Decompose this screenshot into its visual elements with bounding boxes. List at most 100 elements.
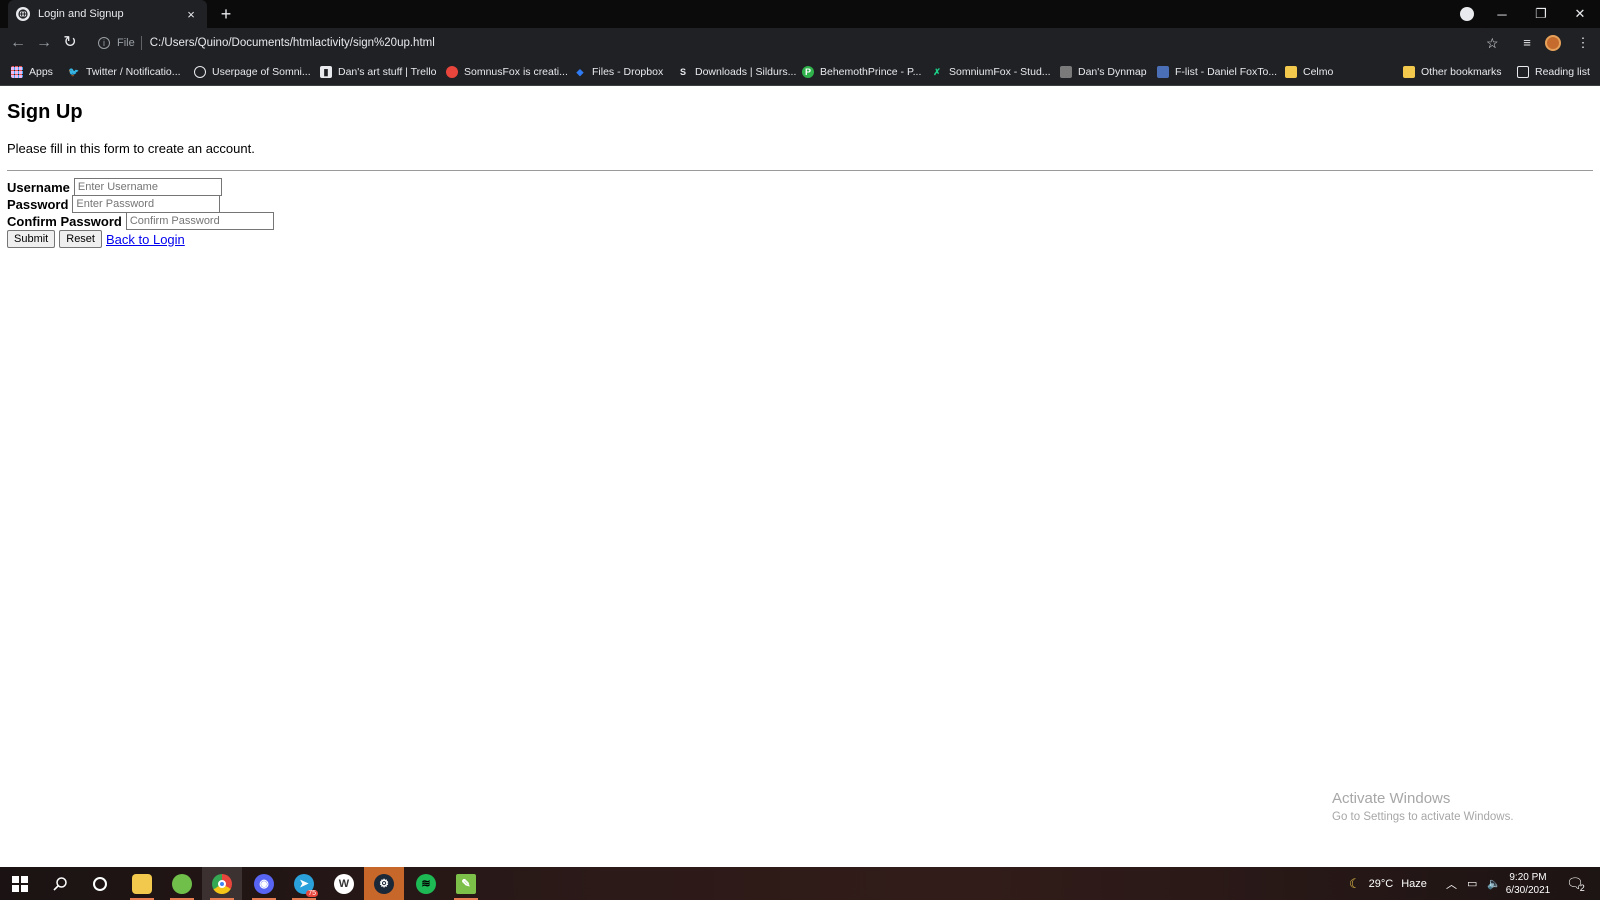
bookmark-label: BehemothPrince - P...: [820, 66, 922, 78]
bookmark-celmo[interactable]: Celmo: [1285, 64, 1333, 80]
browser-toolbar: ← → ↻ i File C:/Users/Quino/Documents/ht…: [0, 28, 1600, 58]
profile-avatar[interactable]: [1545, 35, 1561, 51]
reading-list-label: Reading list: [1535, 66, 1590, 78]
info-icon[interactable]: i: [98, 37, 110, 49]
notes-icon: ✎: [456, 873, 476, 894]
notification-center-button[interactable]: 🗨 2: [1566, 867, 1585, 900]
confirm-password-input[interactable]: [125, 212, 274, 230]
back-arrow-icon[interactable]: ←: [5, 30, 31, 56]
bookmark-behemoth[interactable]: P BehemothPrince - P...: [802, 64, 921, 80]
url-scheme: File: [117, 37, 135, 49]
media-control-icon[interactable]: [1460, 7, 1474, 21]
clock-date: 6/30/2021: [1505, 885, 1551, 896]
system-clock[interactable]: 9:20 PM 6/30/2021: [1498, 871, 1558, 897]
bookmark-star-icon[interactable]: ☆: [1486, 35, 1499, 52]
bookmark-sildurs[interactable]: S Downloads | Sildurs...: [677, 64, 796, 80]
bookmark-dynmap[interactable]: Dan's Dynmap: [1060, 64, 1147, 80]
taskbar-chrome[interactable]: [202, 867, 242, 900]
clock-time: 9:20 PM: [1509, 872, 1547, 883]
restore-button[interactable]: ❐: [1522, 0, 1560, 28]
chrome-icon: [212, 873, 232, 894]
bookmark-somniumfox[interactable]: ✗ SomniumFox - Stud...: [931, 64, 1051, 80]
taskbar-steam[interactable]: ⚙: [364, 867, 404, 900]
forward-arrow-icon[interactable]: →: [31, 30, 57, 56]
bookmark-label: F-list - Daniel FoxTo...: [1175, 66, 1278, 78]
steam-icon: ⚙: [374, 873, 394, 894]
reading-list[interactable]: Reading list: [1517, 64, 1590, 80]
bookmark-label: Dan's Dynmap: [1078, 66, 1147, 78]
page-content: Sign Up Please fill in this form to crea…: [0, 86, 1600, 867]
dropbox-icon: ◆: [576, 66, 584, 77]
back-to-login-link[interactable]: Back to Login: [106, 232, 185, 247]
browser-tab[interactable]: Login and Signup ×: [8, 0, 207, 28]
reset-button[interactable]: Reset: [59, 230, 102, 248]
weather-widget[interactable]: ☾ 29°C Haze: [1349, 867, 1427, 900]
trello-icon: ▮: [320, 66, 332, 78]
bookmark-label: Celmo: [1303, 66, 1334, 78]
bookmark-label: Dan's art stuff | Trello: [338, 66, 437, 78]
network-icon[interactable]: ▭: [1467, 877, 1477, 890]
bookmark-label: Apps: [29, 66, 53, 78]
taskbar-telegram[interactable]: ➤ 75: [284, 867, 324, 900]
address-bar[interactable]: i File C:/Users/Quino/Documents/htmlacti…: [92, 31, 1492, 55]
minimize-button[interactable]: ─: [1483, 0, 1521, 28]
taskbar-file-explorer[interactable]: [122, 867, 162, 900]
folder-icon: [1403, 66, 1415, 78]
bookmark-userpage[interactable]: Userpage of Somni...: [194, 64, 311, 80]
watermark-title: Activate Windows: [1332, 790, 1451, 807]
bookmark-flist[interactable]: F-list - Daniel FoxTo...: [1157, 64, 1277, 80]
bookmark-label: Twitter / Notificatio...: [86, 66, 181, 78]
bookmarks-bar: Apps 🐦 Twitter / Notificatio... Userpage…: [0, 58, 1600, 86]
tab-strip: Login and Signup × + ─ ❐ ✕: [0, 0, 1600, 28]
bookmark-label: SomnusFox is creati...: [464, 66, 568, 78]
taskbar-discord[interactable]: ◉: [244, 867, 284, 900]
activation-watermark: Activate Windows Go to Settings to activ…: [1332, 790, 1514, 823]
reading-list-icon: [1517, 66, 1529, 78]
tab-close-icon[interactable]: ×: [183, 7, 199, 22]
divider: [7, 170, 1593, 171]
reload-icon[interactable]: ↻: [57, 30, 83, 56]
chevron-up-icon[interactable]: ︿: [1446, 876, 1457, 892]
bookmark-dropbox[interactable]: ◆ Files - Dropbox: [574, 64, 664, 80]
search-icon: [53, 876, 67, 891]
windows-logo-icon: [12, 875, 28, 892]
other-bookmarks[interactable]: Other bookmarks: [1403, 64, 1502, 80]
password-input[interactable]: [72, 195, 221, 213]
bookmark-twitter[interactable]: 🐦 Twitter / Notificatio...: [68, 64, 181, 80]
moon-icon: ☾: [1349, 875, 1361, 891]
username-input[interactable]: [73, 178, 222, 196]
tab-title: Login and Signup: [38, 8, 124, 20]
url-text[interactable]: C:/Users/Quino/Documents/htmlactivity/si…: [150, 37, 435, 49]
twitter-icon: 🐦: [68, 66, 80, 77]
confirm-password-row: Confirm Password: [7, 212, 274, 230]
bookmark-patreon[interactable]: SomnusFox is creati...: [446, 64, 568, 80]
notification-count: 2: [1579, 882, 1585, 893]
cortana-button[interactable]: [80, 867, 120, 900]
bookmark-label: Userpage of Somni...: [212, 66, 311, 78]
watermark-subtitle: Go to Settings to activate Windows.: [1332, 811, 1514, 823]
map-icon: [172, 873, 192, 894]
bookmark-label: Downloads | Sildurs...: [695, 66, 797, 78]
bookmark-trello[interactable]: ▮ Dan's art stuff | Trello: [320, 64, 437, 80]
new-tab-button[interactable]: +: [216, 4, 236, 24]
close-window-button[interactable]: ✕: [1561, 0, 1599, 28]
taskbar-map-app[interactable]: [162, 867, 202, 900]
taskbar-notes[interactable]: ✎: [446, 867, 486, 900]
submit-button[interactable]: Submit: [7, 230, 56, 248]
media-queue-icon[interactable]: ≡: [1516, 32, 1538, 54]
bookmark-label: SomniumFox - Stud...: [949, 66, 1051, 78]
folder-icon: [132, 873, 152, 894]
bookmark-apps[interactable]: Apps: [11, 64, 53, 80]
start-button[interactable]: [0, 867, 40, 900]
kebab-menu-icon[interactable]: ⋮: [1572, 32, 1594, 54]
divider: [140, 36, 142, 50]
globe-icon: [16, 7, 30, 21]
confirm-password-label: Confirm Password: [7, 213, 122, 229]
page-title: Sign Up: [7, 101, 83, 123]
taskbar-spotify[interactable]: ≋: [406, 867, 446, 900]
search-button[interactable]: [40, 867, 80, 900]
cortana-circle-icon: [93, 876, 107, 891]
taskbar-wattpad[interactable]: W: [324, 867, 364, 900]
password-row: Password: [7, 195, 221, 213]
w-letter-icon: W: [334, 873, 354, 894]
